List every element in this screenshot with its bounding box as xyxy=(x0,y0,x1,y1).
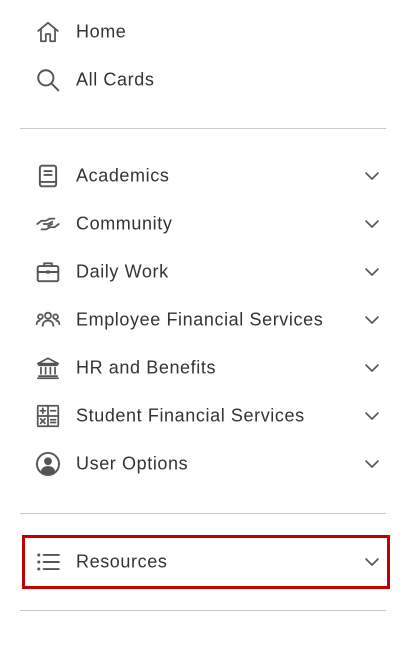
divider xyxy=(20,513,386,514)
nav-item-label: Home xyxy=(76,21,127,42)
nav-item-label: Employee Financial Services xyxy=(76,309,324,330)
nav-item-label: Student Financial Services xyxy=(76,405,305,426)
home-icon xyxy=(34,18,62,46)
divider xyxy=(20,128,386,129)
search-icon xyxy=(34,66,62,94)
chevron-down-icon[interactable] xyxy=(364,168,380,184)
user-circle-icon xyxy=(34,450,62,478)
chevron-down-icon[interactable] xyxy=(364,312,380,328)
nav-item-employee-financial-services[interactable]: Employee Financial Services xyxy=(20,296,386,344)
nav-item-resources[interactable]: Resources xyxy=(20,538,386,586)
calculator-icon xyxy=(34,402,62,430)
nav-item-community[interactable]: Community xyxy=(20,200,386,248)
chevron-down-icon[interactable] xyxy=(364,216,380,232)
chevron-down-icon[interactable] xyxy=(364,554,380,570)
chevron-down-icon[interactable] xyxy=(364,456,380,472)
nav-item-label: Daily Work xyxy=(76,261,169,282)
chevron-down-icon[interactable] xyxy=(364,408,380,424)
bank-icon xyxy=(34,354,62,382)
nav-item-student-financial-services[interactable]: Student Financial Services xyxy=(20,392,386,440)
nav-item-label: User Options xyxy=(76,453,189,474)
nav-item-daily-work[interactable]: Daily Work xyxy=(20,248,386,296)
nav-item-user-options[interactable]: User Options xyxy=(20,440,386,488)
divider xyxy=(20,610,386,611)
briefcase-icon xyxy=(34,258,62,286)
nav-item-label: Academics xyxy=(76,165,170,186)
chevron-down-icon[interactable] xyxy=(364,360,380,376)
nav-item-academics[interactable]: Academics xyxy=(20,152,386,200)
people-group-icon xyxy=(34,306,62,334)
nav-item-label: Resources xyxy=(76,551,168,572)
chevron-down-icon[interactable] xyxy=(364,264,380,280)
nav-item-home[interactable]: Home xyxy=(20,8,386,56)
list-icon xyxy=(34,548,62,576)
nav-item-label: HR and Benefits xyxy=(76,357,217,378)
nav-item-label: All Cards xyxy=(76,69,155,90)
nav-item-hr-and-benefits[interactable]: HR and Benefits xyxy=(20,344,386,392)
nav-item-all-cards[interactable]: All Cards xyxy=(20,56,386,104)
book-icon xyxy=(34,162,62,190)
handshake-icon xyxy=(34,210,62,238)
nav-item-label: Community xyxy=(76,213,173,234)
